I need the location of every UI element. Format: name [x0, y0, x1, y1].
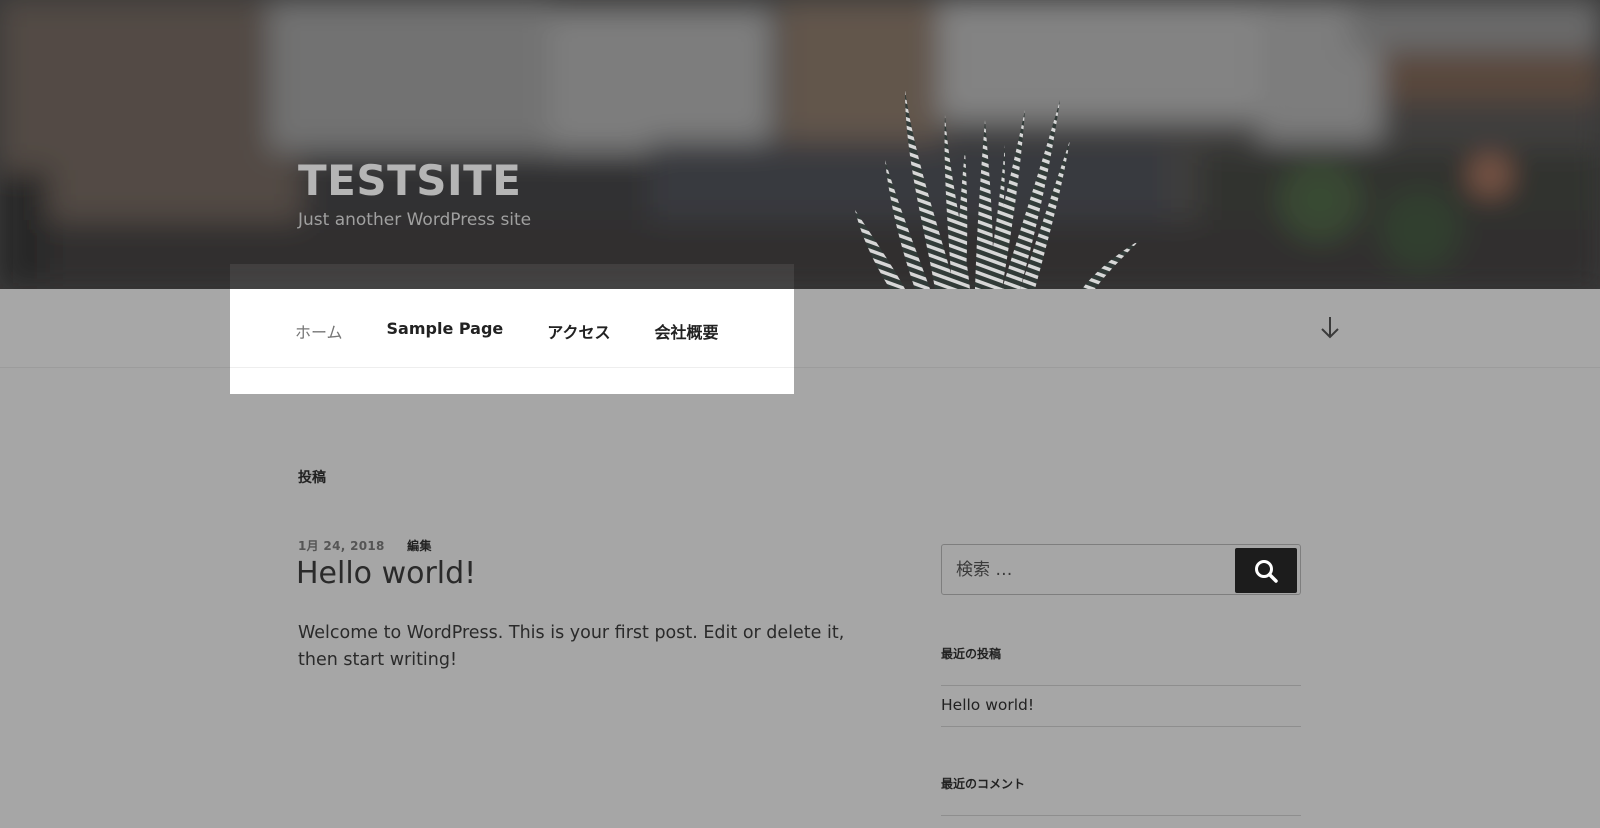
search-input[interactable] — [954, 545, 1234, 594]
scroll-down-button[interactable] — [1318, 313, 1342, 343]
menu-divider — [230, 367, 794, 368]
edit-link[interactable]: 編集 — [407, 539, 432, 553]
search-button[interactable] — [1235, 548, 1297, 593]
site-title[interactable]: TESTSITE — [298, 157, 531, 204]
header-photo — [0, 0, 1600, 289]
search-icon — [1255, 559, 1278, 583]
arrow-down-icon — [1321, 317, 1339, 339]
menu-item-home[interactable]: ホーム — [295, 319, 343, 343]
recent-comments-divider — [941, 815, 1301, 816]
search-form — [941, 544, 1301, 595]
post-excerpt: Welcome to WordPress. This is your first… — [298, 623, 845, 670]
menu-item-company[interactable]: 会社概要 — [654, 319, 718, 343]
site-branding: TESTSITE Just another WordPress site — [298, 157, 532, 231]
recent-posts-divider-bottom — [941, 726, 1301, 727]
primary-menu: ホーム Sample Page アクセス 会社概要 — [230, 289, 794, 394]
menu-list: ホーム Sample Page アクセス 会社概要 — [295, 319, 719, 343]
recent-comments-title: 最近のコメント — [941, 777, 1026, 791]
page-heading: 投稿 — [298, 470, 326, 486]
menu-item-sample-page[interactable]: Sample Page — [387, 319, 504, 343]
entry-meta: 1月 24, 2018 編集 — [298, 537, 432, 554]
post-title[interactable]: Hello world! — [296, 556, 476, 591]
recent-posts-divider — [941, 685, 1301, 686]
post-date[interactable]: 1月 24, 2018 — [298, 539, 385, 553]
recent-posts-title: 最近の投稿 — [941, 647, 1002, 661]
site-description: Just another WordPress site — [298, 210, 532, 231]
recent-post-link[interactable]: Hello world! — [941, 696, 1034, 714]
menu-item-access[interactable]: アクセス — [547, 319, 610, 343]
header-image: TESTSITE Just another WordPress site — [0, 0, 1600, 289]
